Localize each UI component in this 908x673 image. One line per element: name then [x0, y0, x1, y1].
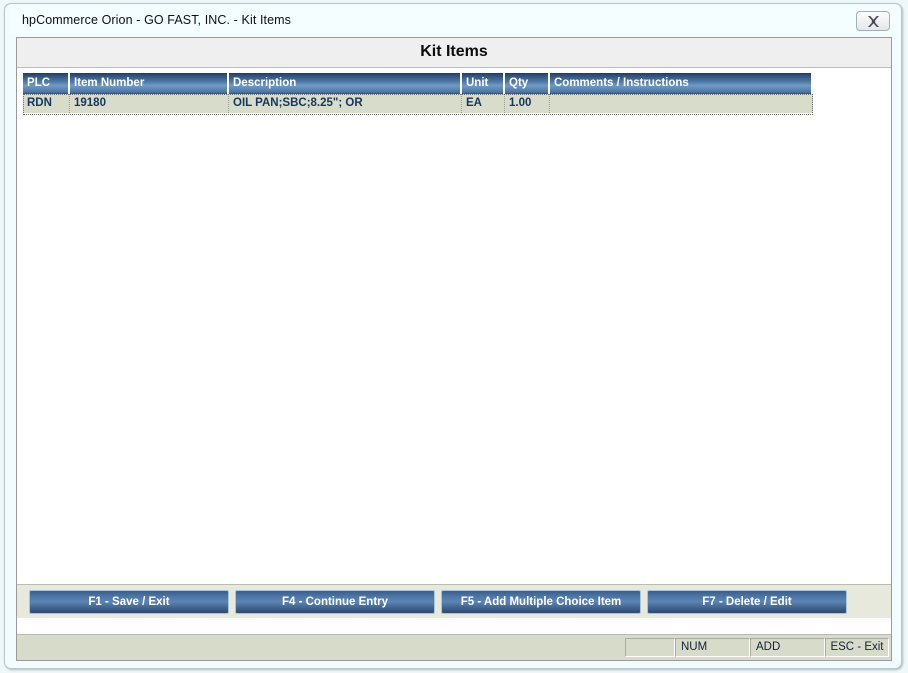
- grid-header-row: PLC Item Number Description Unit Qty Com…: [23, 73, 813, 94]
- close-button[interactable]: [856, 11, 890, 31]
- column-header-qty[interactable]: Qty: [505, 73, 550, 94]
- cell-plc: RDN: [23, 94, 70, 113]
- column-header-plc[interactable]: PLC: [23, 73, 70, 94]
- cell-unit: EA: [462, 94, 505, 113]
- cell-qty: 1.00: [505, 94, 550, 113]
- page-title: Kit Items: [420, 43, 488, 60]
- column-header-item-number[interactable]: Item Number: [70, 73, 229, 94]
- window-title: hpCommerce Orion - GO FAST, INC. - Kit I…: [22, 13, 292, 27]
- status-bar: NUM ADD ESC - Exit: [17, 634, 891, 660]
- function-button-bar: F1 - Save / Exit F4 - Continue Entry F5 …: [17, 584, 891, 618]
- kit-items-grid: PLC Item Number Description Unit Qty Com…: [23, 73, 813, 113]
- window-frame: hpCommerce Orion - GO FAST, INC. - Kit I…: [4, 3, 902, 669]
- cell-description: OIL PAN;SBC;8.25"; OR: [229, 94, 462, 113]
- status-cell-add: ADD: [750, 638, 825, 657]
- application-window: hpCommerce Orion - GO FAST, INC. - Kit I…: [0, 0, 908, 673]
- continue-entry-button[interactable]: F4 - Continue Entry: [235, 590, 435, 614]
- delete-edit-button[interactable]: F7 - Delete / Edit: [647, 590, 847, 614]
- cell-item-number: 19180: [70, 94, 229, 113]
- column-header-unit[interactable]: Unit: [462, 73, 505, 94]
- cell-comments: [550, 94, 813, 113]
- status-cell-esc[interactable]: ESC - Exit: [825, 638, 889, 657]
- status-cell-blank: [625, 638, 675, 657]
- add-multiple-choice-button[interactable]: F5 - Add Multiple Choice Item: [441, 590, 641, 614]
- close-icon: [867, 15, 880, 27]
- column-header-comments[interactable]: Comments / Instructions: [550, 73, 813, 94]
- page-heading-band: Kit Items: [17, 38, 891, 68]
- title-bar: hpCommerce Orion - GO FAST, INC. - Kit I…: [10, 8, 898, 34]
- status-cell-num: NUM: [675, 638, 750, 657]
- client-panel: Kit Items PLC Item Number Description Un…: [16, 37, 892, 661]
- column-header-description[interactable]: Description: [229, 73, 462, 94]
- save-exit-button[interactable]: F1 - Save / Exit: [29, 590, 229, 614]
- table-row[interactable]: RDN 19180 OIL PAN;SBC;8.25"; OR EA 1.00: [23, 94, 813, 113]
